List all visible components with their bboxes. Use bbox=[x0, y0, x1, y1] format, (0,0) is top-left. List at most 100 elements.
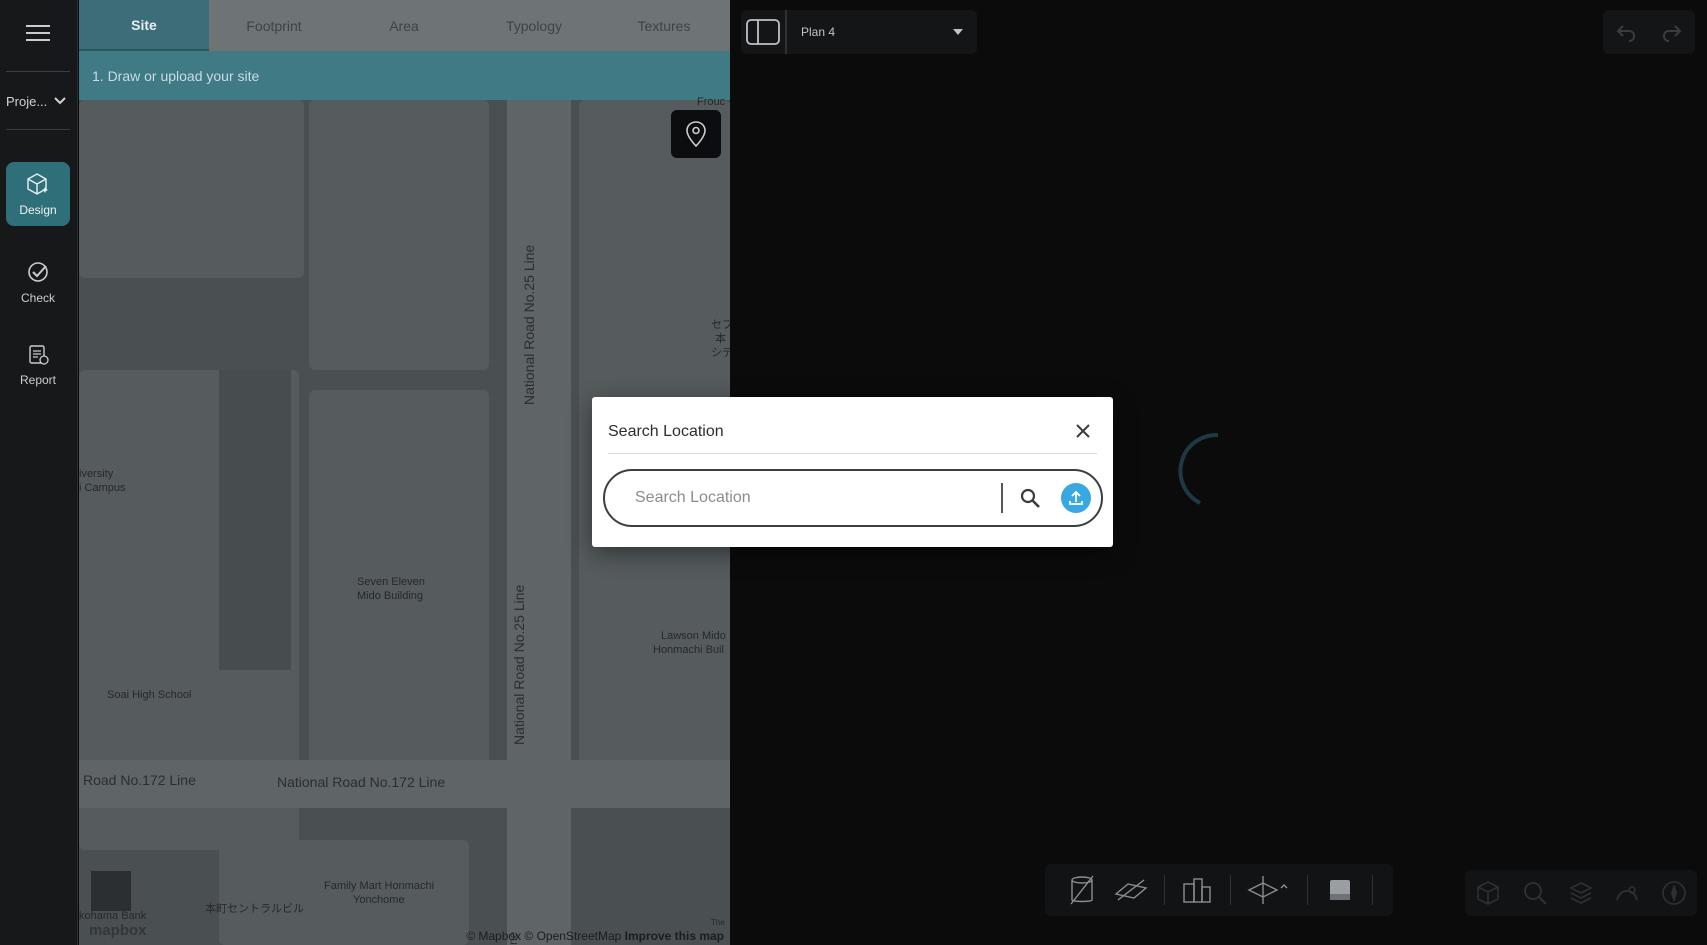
sun-path-icon bbox=[1616, 886, 1639, 901]
map-poi-label: Honmachi Buil bbox=[653, 644, 724, 656]
cube-icon bbox=[1477, 881, 1499, 905]
redo-button[interactable] bbox=[1649, 10, 1695, 54]
close-icon bbox=[1076, 424, 1090, 438]
undo-icon bbox=[1616, 25, 1636, 42]
axis-plane-icon bbox=[1246, 876, 1287, 904]
map-building bbox=[219, 370, 291, 670]
sidebar-item-label: Design bbox=[19, 203, 57, 217]
location-pin-icon bbox=[686, 121, 706, 148]
check-circle-icon bbox=[28, 262, 48, 282]
close-button[interactable] bbox=[1071, 419, 1095, 443]
map-poi-label: kohama Bank bbox=[79, 910, 147, 922]
left-sidebar: Proje... Design Check Report bbox=[0, 0, 78, 945]
road-label: National Road No.25 Line bbox=[521, 244, 537, 405]
search-field-container bbox=[603, 469, 1103, 527]
design-tabs: Site Footprint Area Typology Textures bbox=[79, 0, 730, 51]
cylinder-slash-icon bbox=[1069, 875, 1094, 905]
chevron-down-icon bbox=[54, 97, 66, 105]
axis-plane-tool[interactable] bbox=[1246, 870, 1291, 910]
map-poi-label: Yonchome bbox=[353, 894, 405, 906]
map-block bbox=[79, 100, 304, 278]
map-block bbox=[309, 100, 489, 370]
map-attribution: © Mapbox © OpenStreetMap Improve this ma… bbox=[466, 929, 724, 943]
redo-icon bbox=[1662, 25, 1682, 42]
report-icon bbox=[29, 345, 49, 365]
sidebar-item-report[interactable]: Report bbox=[6, 332, 70, 396]
sun-path-button[interactable] bbox=[1607, 873, 1647, 913]
sidebar-item-label: Report bbox=[19, 373, 57, 387]
layers-icon bbox=[1569, 882, 1593, 904]
map-poi-label: Soai High School bbox=[107, 689, 192, 701]
panel-toggle-button[interactable] bbox=[741, 10, 787, 54]
toolbar-divider bbox=[1306, 875, 1308, 905]
buildings-icon bbox=[1183, 878, 1211, 903]
zoom-icon bbox=[1523, 882, 1547, 905]
upload-button[interactable] bbox=[1061, 483, 1091, 513]
layers-button[interactable] bbox=[1561, 873, 1601, 913]
road-label: Road No.172 Line bbox=[83, 772, 196, 788]
plane-slash-icon bbox=[1114, 879, 1148, 901]
toolbar-divider bbox=[1229, 875, 1231, 905]
dialog-title: Search Location bbox=[608, 423, 724, 440]
sidebar-panel-icon bbox=[746, 19, 780, 45]
location-pin-button[interactable] bbox=[671, 110, 721, 158]
map-poi-label: Mido Building bbox=[357, 590, 424, 602]
map-poi-label: Frouc bbox=[697, 96, 726, 108]
sidebar-item-check[interactable]: Check bbox=[6, 250, 70, 314]
road-label: National Road No.25 Line bbox=[511, 584, 527, 745]
map-poi-label: i Campus bbox=[79, 482, 126, 494]
undo-button[interactable] bbox=[1603, 10, 1649, 54]
map-poi-label: シテ bbox=[711, 347, 730, 359]
search-divider bbox=[1001, 483, 1003, 513]
app-root: Proje... Design Check Report Site Footpr… bbox=[0, 0, 1707, 945]
sidebar-item-design[interactable]: Design bbox=[6, 162, 70, 226]
tab-typology[interactable]: Typology bbox=[469, 0, 599, 51]
material-tool[interactable] bbox=[1323, 870, 1356, 910]
sidebar-divider bbox=[6, 71, 70, 72]
view-toolbar bbox=[1465, 870, 1697, 916]
map-poi-label: 本町セントラルビル bbox=[205, 903, 304, 915]
step-instruction: 1. Draw or upload your site bbox=[79, 51, 730, 100]
caret-down-icon bbox=[953, 29, 963, 35]
map-poi-label: Seven Eleven bbox=[357, 576, 425, 588]
menu-icon[interactable] bbox=[26, 25, 50, 43]
dialog-divider bbox=[608, 453, 1097, 454]
search-button[interactable] bbox=[1017, 485, 1043, 511]
search-location-input[interactable] bbox=[635, 478, 1001, 518]
cube-sparkle-icon bbox=[27, 173, 48, 195]
plan-select[interactable]: Plan 4 bbox=[787, 25, 977, 39]
compass-button[interactable] bbox=[1654, 873, 1694, 913]
zoom-button[interactable] bbox=[1515, 873, 1555, 913]
sidebar-item-label: Check bbox=[20, 291, 55, 305]
map-block bbox=[219, 840, 469, 945]
tab-footprint[interactable]: Footprint bbox=[209, 0, 339, 51]
road-label: National Road No.172 Line bbox=[277, 774, 446, 790]
toolbar-divider bbox=[1164, 875, 1165, 905]
material-swatch-icon bbox=[1329, 880, 1350, 900]
buildings-tool[interactable] bbox=[1181, 870, 1214, 910]
plan-select-value: Plan 4 bbox=[801, 25, 836, 39]
project-dropdown[interactable]: Proje... bbox=[6, 90, 70, 112]
project-dropdown-label: Proje... bbox=[6, 93, 48, 109]
search-icon bbox=[1020, 488, 1040, 508]
plane-tool[interactable] bbox=[1114, 870, 1148, 910]
history-controls bbox=[1603, 10, 1695, 54]
compass-icon bbox=[1661, 881, 1686, 905]
map-thumbnail bbox=[91, 871, 131, 911]
map-poi-label: iversity bbox=[79, 468, 114, 480]
search-location-dialog: Search Location bbox=[592, 397, 1113, 547]
mapbox-logo: mapbox bbox=[89, 922, 147, 939]
loading-spinner bbox=[1178, 432, 1219, 505]
map-poi-label: Lawson Mido bbox=[661, 630, 726, 642]
modeling-toolbar bbox=[1045, 864, 1393, 916]
view-cube-button[interactable] bbox=[1468, 873, 1508, 913]
map-poi-label: The bbox=[711, 918, 725, 927]
plan-toolbar: Plan 4 bbox=[741, 10, 977, 54]
tab-textures[interactable]: Textures bbox=[599, 0, 729, 51]
extrude-tool[interactable] bbox=[1065, 870, 1098, 910]
sidebar-divider bbox=[6, 129, 70, 130]
upload-icon bbox=[1069, 490, 1083, 505]
improve-map-link[interactable]: Improve this map bbox=[625, 929, 724, 943]
tab-site[interactable]: Site bbox=[79, 0, 209, 51]
tab-area[interactable]: Area bbox=[339, 0, 469, 51]
